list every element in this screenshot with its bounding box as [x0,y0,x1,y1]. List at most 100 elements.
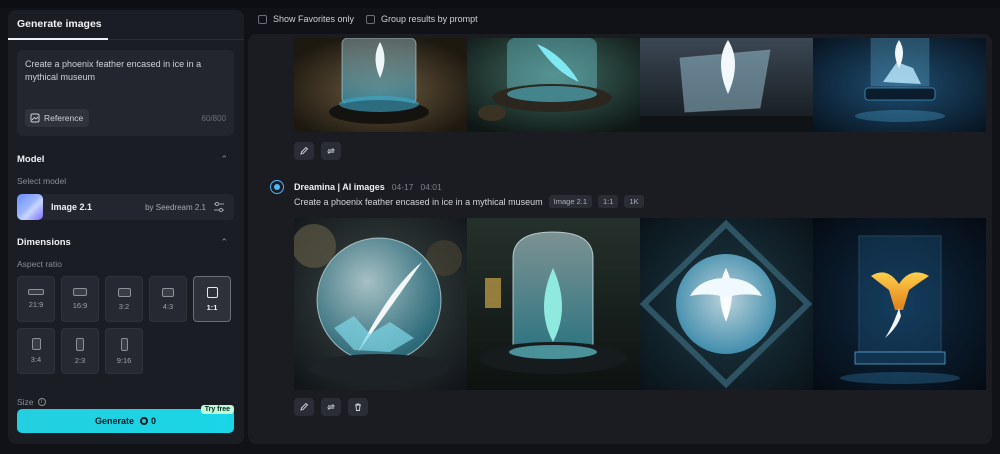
reference-button[interactable]: Reference [25,109,90,127]
ratio-label: 3:4 [30,355,42,364]
ratio-21-9[interactable]: 21:9 [17,276,55,322]
ratio-shape-icon [117,287,131,297]
group-checkbox[interactable] [366,14,376,24]
ratio-9-16[interactable]: 9:16 [105,328,143,374]
image-art [640,38,813,132]
result-image[interactable] [813,38,986,132]
generate-label: Generate [94,416,134,426]
tab-generate-images[interactable]: Generate images [17,18,102,30]
reference-icon [30,113,40,123]
group-by-prompt-toggle[interactable]: Group results by prompt [366,14,478,24]
logo-dot [274,184,280,190]
ratio-label: 9:16 [116,355,132,365]
result-image[interactable] [294,218,467,390]
chevron-up-icon[interactable]: ⌃ [220,237,228,248]
ratio-shape-icon [28,289,44,295]
ratio-4-3[interactable]: 4:3 [149,276,187,322]
generation-time: 04:01 [420,182,442,192]
generation-header: Dreamina | AI images 04-17 04:01 [270,180,442,194]
active-tab-indicator [8,38,108,40]
prompt-textarea[interactable]: Create a phoenix feather encased in ice … [17,50,234,136]
image-grid-previous [294,38,986,132]
show-favorites-toggle[interactable]: Show Favorites only [258,14,354,24]
ratio-tag: 1:1 [598,195,619,208]
edit-button[interactable] [294,398,314,416]
reference-label: Reference [44,113,84,123]
results-feed: Dreamina | AI images 04-17 04:01 Create … [248,34,992,444]
image-art [467,218,640,390]
ratio-label: 21:9 [28,300,44,309]
ratio-16-9[interactable]: 16:9 [61,276,99,322]
result-image[interactable] [467,38,640,132]
ratio-label: 2:3 [74,355,86,365]
ratio-3-4[interactable]: 3:4 [17,328,55,374]
image-actions-latest [294,398,368,416]
generation-date: 04-17 [391,182,414,192]
chevron-up-icon[interactable]: ⌃ [220,154,228,165]
ratio-shape-icon [120,337,128,351]
ratio-3-2[interactable]: 3:2 [105,276,143,322]
regenerate-icon [326,148,336,154]
results-filters: Show Favorites only Group results by pro… [258,14,478,24]
aspect-ratio-label: Aspect ratio [17,259,62,269]
image-grid-latest [294,218,986,390]
result-image[interactable] [467,218,640,390]
result-image[interactable] [813,218,986,390]
delete-icon [355,403,361,411]
ratio-label: 4:3 [162,301,174,311]
resolution-tag: 1K [624,195,644,208]
image-art [294,38,467,132]
size-row: Size i [17,397,46,407]
image-art [640,218,813,390]
generation-prompt[interactable]: Create a phoenix feather encased in ice … [294,197,543,207]
ratio-shape-icon [73,288,87,296]
model-section-title: Model [17,154,45,165]
edit-button[interactable] [294,142,314,160]
info-icon[interactable]: i [37,398,46,406]
select-model-label: Select model [17,176,67,186]
try-free-badge: Try free [200,405,234,414]
image-art [467,38,640,132]
credit-count: 0 [140,416,156,426]
ratio-label: 16:9 [72,301,88,310]
regenerate-icon [326,404,336,410]
model-name: Image 2.1 [51,202,93,212]
favorites-label: Show Favorites only [273,14,355,24]
model-thumbnail [17,194,43,220]
result-image[interactable] [640,38,813,132]
ratio-shape-icon [31,338,41,350]
result-image[interactable] [640,218,813,390]
edit-icon [300,146,309,155]
edit-icon [300,402,309,411]
author-name: Dreamina | AI images [294,182,385,192]
delete-button[interactable] [348,398,368,416]
panel-tabbar: Generate images [8,10,244,40]
ratio-label: 1:1 [206,302,218,312]
regenerate-button[interactable] [321,142,341,160]
ratio-1-1[interactable]: 1:1 [193,276,231,322]
generate-button[interactable]: Generate 0 Try free [17,405,234,433]
prompt-text[interactable]: Create a phoenix feather encased in ice … [25,58,215,84]
ratio-shape-icon [76,337,84,351]
model-tag: Image 2.1 [548,195,592,208]
top-bar [0,0,1000,8]
ratio-shape-icon [162,287,174,297]
dimensions-section-title: Dimensions [17,237,71,248]
model-selector[interactable]: Image 2.1 by Seedream 2.1 [17,194,234,220]
settings-sliders-icon[interactable] [212,200,226,214]
image-art [813,38,986,132]
image-art [813,218,986,390]
dreamina-logo-icon [270,180,284,194]
result-image[interactable] [294,38,467,132]
group-label: Group results by prompt [381,14,478,24]
model-provider: by Seedream 2.1 [145,202,206,212]
ratio-2-3[interactable]: 2:3 [61,328,99,374]
favorites-checkbox[interactable] [258,14,267,24]
image-art [294,218,467,390]
ratio-label: 3:2 [118,301,130,311]
char-count: 60/800 [201,114,226,123]
ratio-shape-icon [206,286,218,298]
regenerate-button[interactable] [321,398,341,416]
generation-prompt-row: Create a phoenix feather encased in ice … [294,195,644,208]
credit-icon [140,417,148,425]
